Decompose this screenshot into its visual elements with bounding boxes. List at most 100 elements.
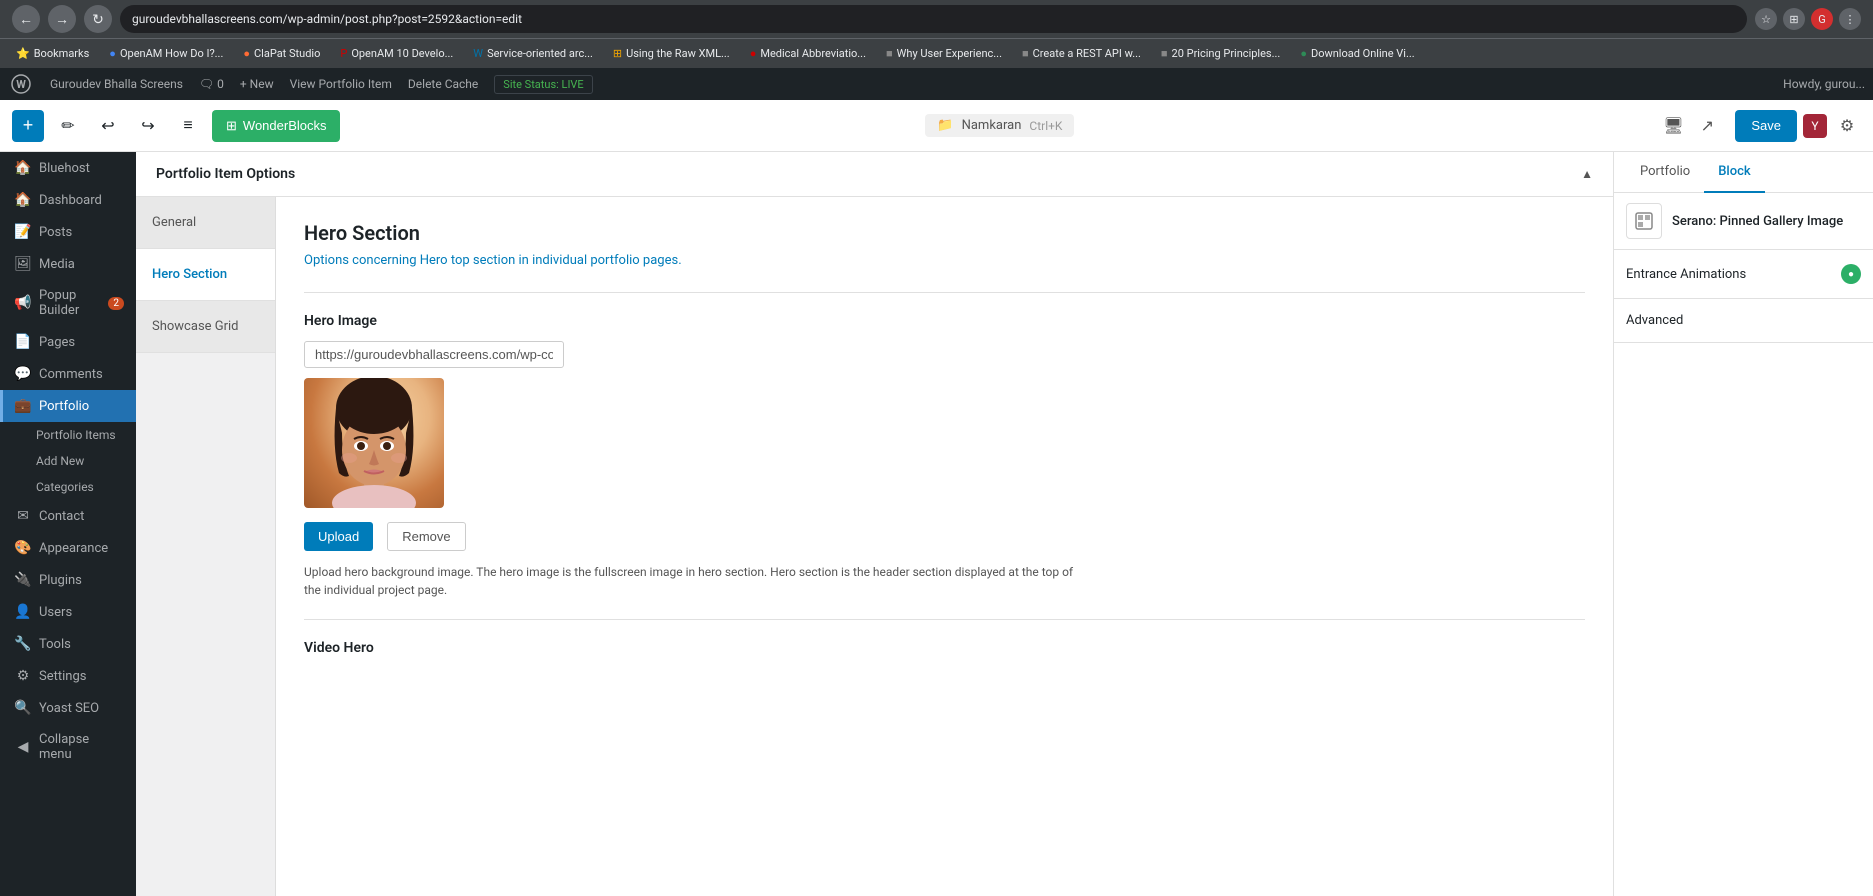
entrance-animations-section[interactable]: Entrance Animations ●: [1614, 250, 1873, 299]
divider: [304, 292, 1585, 293]
divider-2: [304, 619, 1585, 620]
sidebar-item-dashboard[interactable]: 🏠 Dashboard: [0, 184, 136, 216]
tools-icon: 🔧: [15, 636, 31, 652]
sidebar-item-bluehost[interactable]: 🏠 Bluehost: [0, 152, 136, 184]
tab-portfolio[interactable]: Portfolio: [1626, 152, 1704, 193]
bookmark-download[interactable]: ● Download Online Vi...: [1292, 45, 1422, 62]
tab-block[interactable]: Block: [1704, 152, 1764, 193]
block-settings-icon[interactable]: ⚙: [1833, 112, 1861, 140]
more-icon[interactable]: ⋮: [1839, 8, 1861, 30]
view-portfolio-link[interactable]: View Portfolio Item: [290, 77, 392, 91]
bookmark-icon: ■: [1022, 47, 1029, 60]
edit-btn[interactable]: ✏: [52, 110, 84, 142]
star-icon: ⭐: [16, 47, 30, 60]
ext-icon[interactable]: ⊞: [1783, 8, 1805, 30]
editor-toolbar: + ✏ ↩ ↪ ≡ ⊞ WonderBlocks 📁 Namkaran Ctrl…: [0, 100, 1873, 152]
remove-button[interactable]: Remove: [387, 522, 465, 551]
yoast-sidebar-icon: 🔍: [15, 700, 31, 716]
sidebar-item-portfolio[interactable]: 💼 Portfolio: [0, 390, 136, 422]
nav-back-btn[interactable]: ←: [12, 5, 40, 33]
advanced-section[interactable]: Advanced: [1614, 299, 1873, 343]
dashboard-icon: 🏠: [15, 192, 31, 208]
sidebar-item-portfolio-items[interactable]: Portfolio Items: [0, 422, 136, 448]
hero-image-preview: [304, 378, 444, 508]
comments-link[interactable]: 🗨 0: [199, 77, 224, 91]
bookmark-icon: P: [340, 47, 347, 60]
undo-btn[interactable]: ↩: [92, 110, 124, 142]
collapse-arrow-icon[interactable]: ▲: [1581, 167, 1593, 181]
nav-refresh-btn[interactable]: ↻: [84, 5, 112, 33]
face-svg: [304, 378, 444, 508]
bookmarks-label[interactable]: ⭐ Bookmarks: [8, 45, 97, 62]
panel-title: Hero Section: [304, 221, 1585, 245]
sidebar-item-add-new[interactable]: Add New: [0, 448, 136, 474]
upload-description: Upload hero background image. The hero i…: [304, 563, 1084, 599]
block-name: Serano: Pinned Gallery Image: [1672, 214, 1843, 229]
settings-icon: ⚙: [15, 668, 31, 684]
upload-button[interactable]: Upload: [304, 522, 373, 551]
yoast-icon[interactable]: Y: [1803, 114, 1827, 138]
right-panel-tabs: Portfolio Block: [1614, 152, 1873, 193]
main-layout: 🏠 Bluehost 🏠 Dashboard 📝 Posts 🖼 Media 📢…: [0, 152, 1873, 896]
sidebar-item-collapse[interactable]: ◀ Collapse menu: [0, 724, 136, 770]
sidebar-item-media[interactable]: 🖼 Media: [0, 248, 136, 280]
wonderblocks-icon: ⊞: [226, 118, 237, 134]
bookmark-medical[interactable]: ● Medical Abbreviatio...: [742, 45, 874, 62]
wp-logo[interactable]: W: [8, 71, 34, 97]
sidebar-item-plugins[interactable]: 🔌 Plugins: [0, 564, 136, 596]
users-icon: 👤: [15, 604, 31, 620]
bookmark-icon: ●: [1300, 47, 1307, 60]
bookmark-ux[interactable]: ■ Why User Experienc...: [878, 45, 1010, 62]
bookmark-openam[interactable]: ● OpenAM How Do I?...: [101, 45, 231, 62]
bookmark-rest[interactable]: ■ Create a REST API w...: [1014, 45, 1149, 62]
sidebar-item-contact[interactable]: ✉ Contact: [0, 500, 136, 532]
image-url-input[interactable]: [304, 341, 564, 368]
sidebar-item-pages[interactable]: 📄 Pages: [0, 326, 136, 358]
sidebar-item-settings[interactable]: ⚙ Settings: [0, 660, 136, 692]
appearance-icon: 🎨: [15, 540, 31, 556]
bookmark-service[interactable]: W Service-oriented arc...: [465, 45, 601, 62]
sidebar-item-posts[interactable]: 📝 Posts: [0, 216, 136, 248]
sidebar-item-appearance[interactable]: 🎨 Appearance: [0, 532, 136, 564]
tab-showcase-grid[interactable]: Showcase Grid: [136, 301, 275, 353]
bookmark-xml[interactable]: ⊞ Using the Raw XML...: [605, 45, 738, 62]
bookmark-openam10[interactable]: P OpenAM 10 Develo...: [332, 45, 461, 62]
browser-bar: ← → ↻ guroudevbhallascreens.com/wp-admin…: [0, 0, 1873, 38]
profile-icon[interactable]: G: [1811, 8, 1833, 30]
url-bar[interactable]: guroudevbhallascreens.com/wp-admin/post.…: [120, 5, 1747, 33]
save-button[interactable]: Save: [1735, 110, 1797, 142]
menu-btn[interactable]: ≡: [172, 110, 204, 142]
portfolio-icon: 💼: [15, 398, 31, 414]
wonderblocks-btn[interactable]: ⊞ WonderBlocks: [212, 110, 340, 142]
nav-forward-btn[interactable]: →: [48, 5, 76, 33]
portfolio-options-header: Portfolio Item Options ▲: [136, 152, 1613, 197]
collapse-icon: ◀: [15, 739, 31, 755]
sidebar-item-tools[interactable]: 🔧 Tools: [0, 628, 136, 660]
star-icon[interactable]: ☆: [1755, 8, 1777, 30]
sidebar: 🏠 Bluehost 🏠 Dashboard 📝 Posts 🖼 Media 📢…: [0, 152, 136, 896]
delete-cache-link[interactable]: Delete Cache: [408, 77, 478, 91]
sidebar-item-yoast[interactable]: 🔍 Yoast SEO: [0, 692, 136, 724]
external-link-icon[interactable]: ↗: [1693, 112, 1721, 140]
desktop-view-icon[interactable]: 🖥: [1659, 112, 1687, 140]
sidebar-item-comments[interactable]: 💬 Comments: [0, 358, 136, 390]
tab-hero-section[interactable]: Hero Section: [136, 249, 275, 301]
posts-icon: 📝: [15, 224, 31, 240]
tab-general[interactable]: General: [136, 197, 275, 249]
sidebar-item-users[interactable]: 👤 Users: [0, 596, 136, 628]
plugins-icon: 🔌: [15, 572, 31, 588]
sidebar-item-popup-builder[interactable]: 📢 Popup Builder 2: [0, 280, 136, 326]
site-name-link[interactable]: Guroudev Bhalla Screens: [50, 77, 183, 91]
bookmark-icon: ●: [109, 47, 116, 60]
media-icon: 🖼: [15, 256, 31, 272]
redo-btn[interactable]: ↪: [132, 110, 164, 142]
namkaran-area[interactable]: 📁 Namkaran Ctrl+K: [925, 114, 1074, 137]
add-block-btn[interactable]: +: [12, 110, 44, 142]
block-icon: [1626, 203, 1662, 239]
new-link[interactable]: + New: [240, 77, 274, 91]
green-dot-icon: ●: [1841, 264, 1861, 284]
sidebar-item-categories[interactable]: Categories: [0, 474, 136, 500]
bookmark-clapst[interactable]: ● ClaPat Studio: [235, 45, 328, 62]
url-text: guroudevbhallascreens.com/wp-admin/post.…: [132, 12, 522, 26]
bookmark-pricing[interactable]: ■ 20 Pricing Principles...: [1153, 45, 1288, 62]
